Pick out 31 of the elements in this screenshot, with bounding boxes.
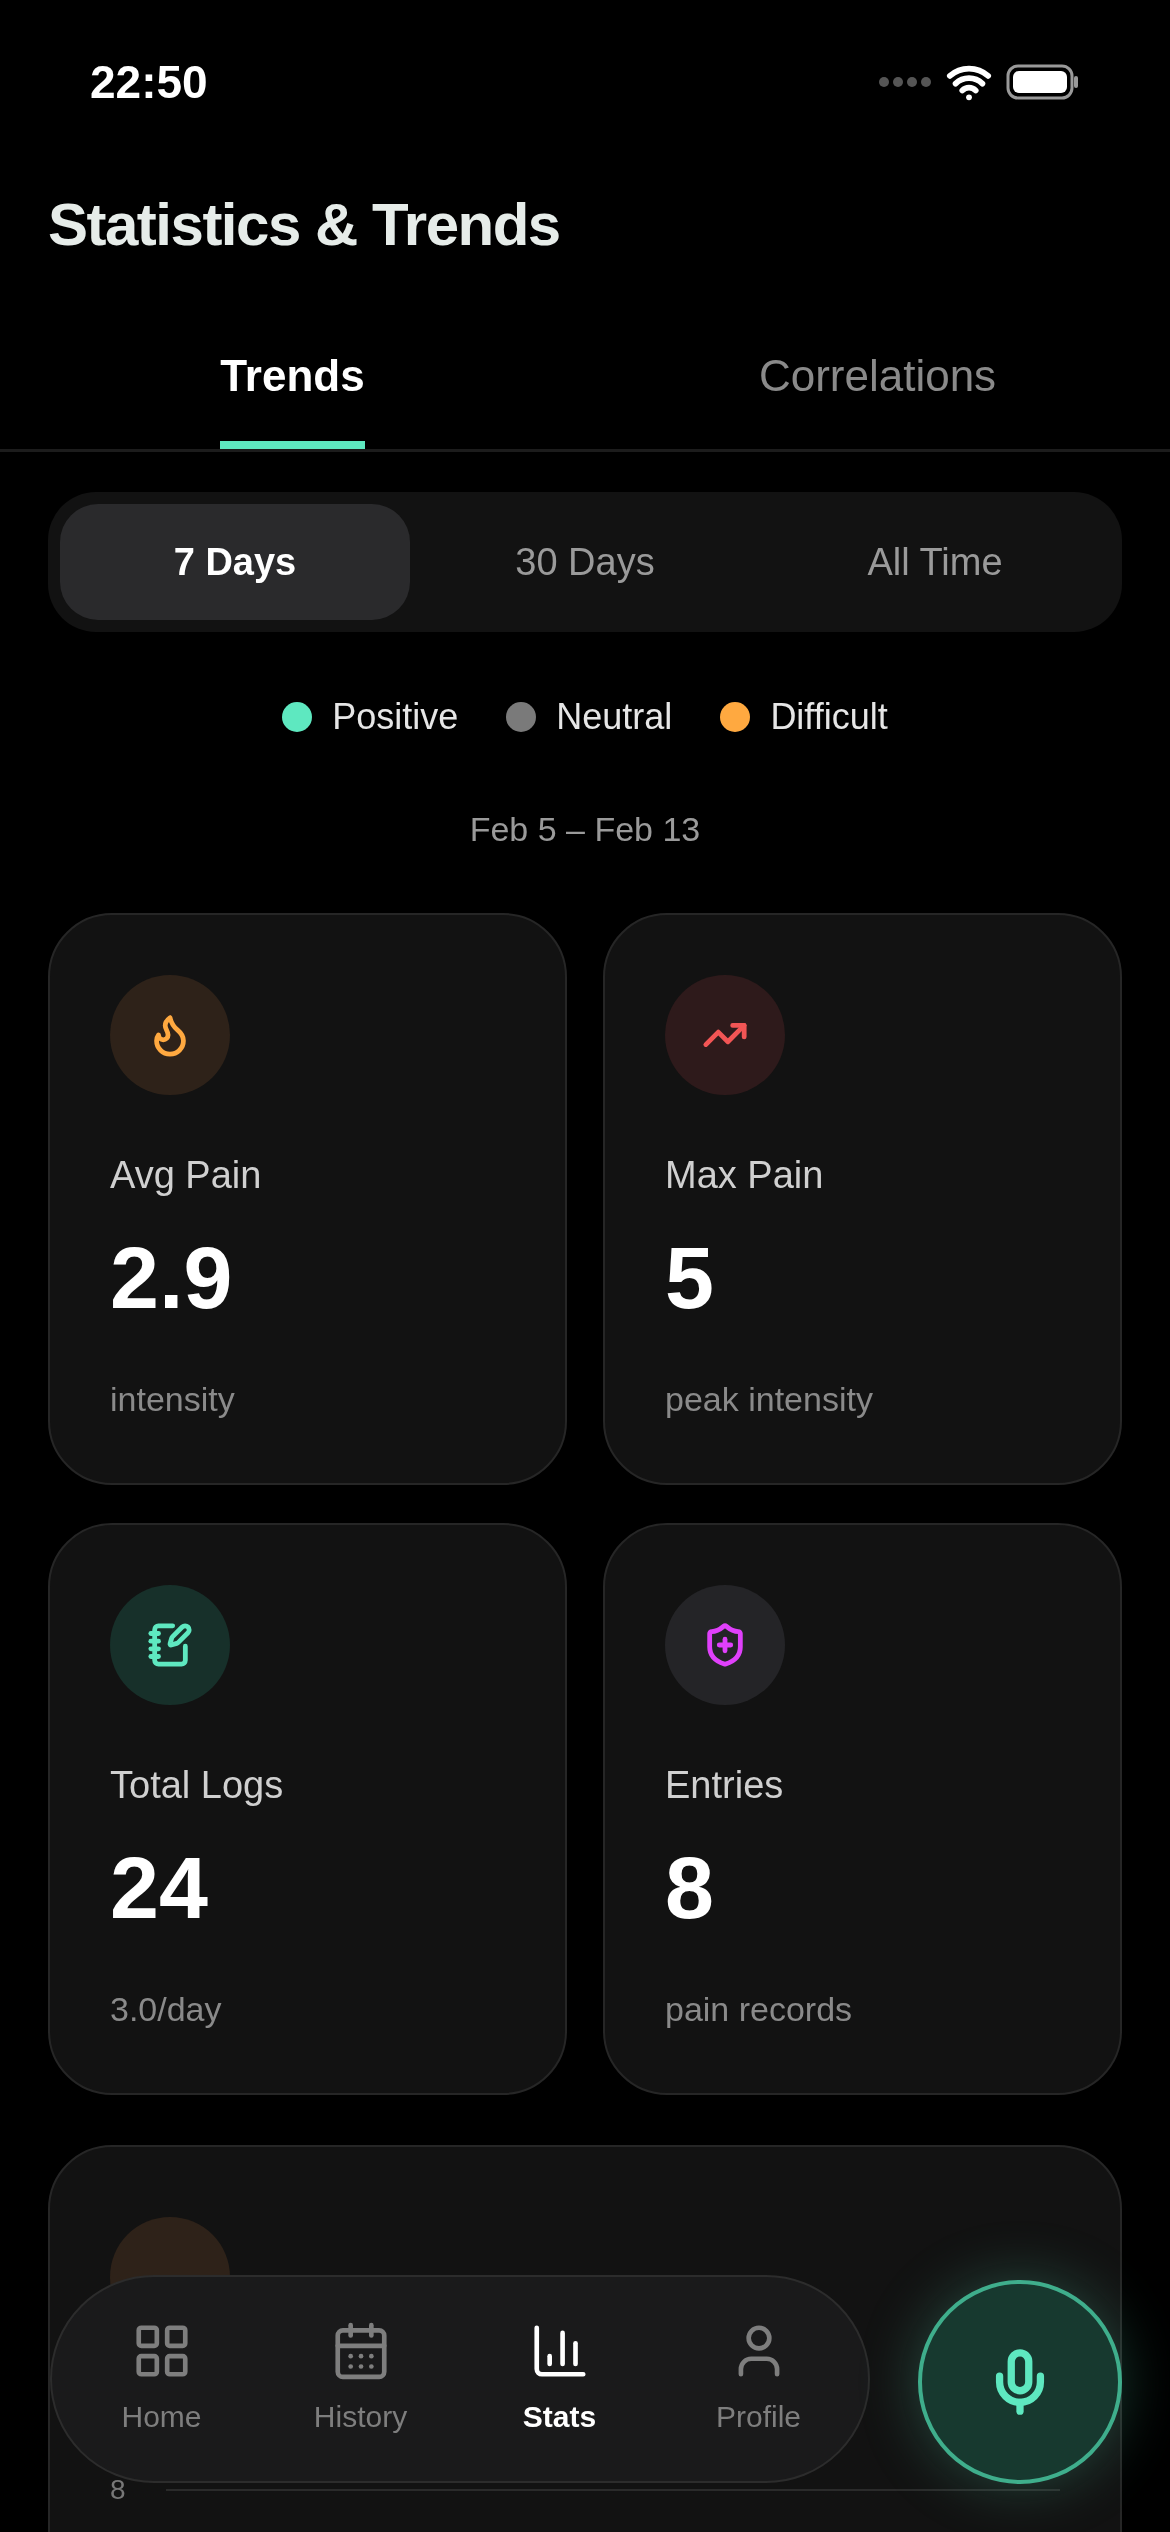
stat-label: Max Pain — [665, 1153, 825, 1198]
nav-item[interactable]: Home — [62, 2319, 261, 2439]
date-range: Feb 5 – Feb 13 — [469, 809, 701, 850]
range-option[interactable]: All Time — [760, 504, 1110, 620]
stat-value: 8 — [665, 1844, 715, 1932]
legend-label: Positive — [332, 695, 459, 739]
nav-item[interactable]: Profile — [659, 2319, 858, 2439]
stat-caption: intensity — [110, 1379, 236, 1420]
status-time: 22:50 — [90, 54, 208, 110]
list-pencil-icon — [147, 1622, 193, 1668]
signal-icon — [878, 75, 932, 89]
stat-label: Total Logs — [110, 1763, 285, 1808]
stat-value: 5 — [665, 1234, 715, 1322]
legend-label: Neutral — [556, 695, 673, 739]
axis-label: 8 — [110, 2473, 126, 2507]
stat-caption: 3.0/day — [110, 1989, 223, 2030]
stat-label: Entries — [665, 1763, 785, 1808]
stat-value: 24 — [110, 1844, 209, 1932]
stat-label: Avg Pain — [110, 1153, 263, 1198]
tab[interactable]: Correlations — [585, 343, 1170, 449]
stat-caption: peak intensity — [665, 1379, 874, 1420]
stat-caption: pain records — [665, 1989, 854, 2030]
legend-label: Difficult — [770, 695, 888, 739]
stat-value: 2.9 — [110, 1234, 234, 1322]
nav-item[interactable]: History — [261, 2319, 460, 2439]
battery-icon — [1006, 64, 1080, 100]
page-title: Statistics & Trends — [47, 195, 561, 255]
tab[interactable]: Trends — [0, 343, 585, 449]
nav-item[interactable]: Stats — [460, 2319, 659, 2439]
range-option[interactable]: 7 Days — [60, 504, 410, 620]
range-option[interactable]: 30 Days — [410, 504, 760, 620]
